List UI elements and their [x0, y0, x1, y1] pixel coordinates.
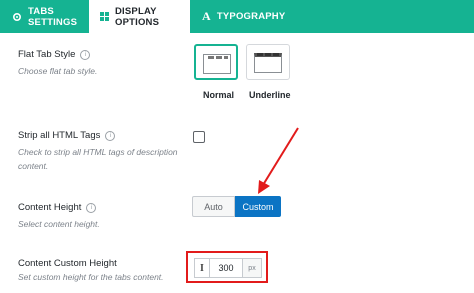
- annotation-arrow: [258, 127, 299, 194]
